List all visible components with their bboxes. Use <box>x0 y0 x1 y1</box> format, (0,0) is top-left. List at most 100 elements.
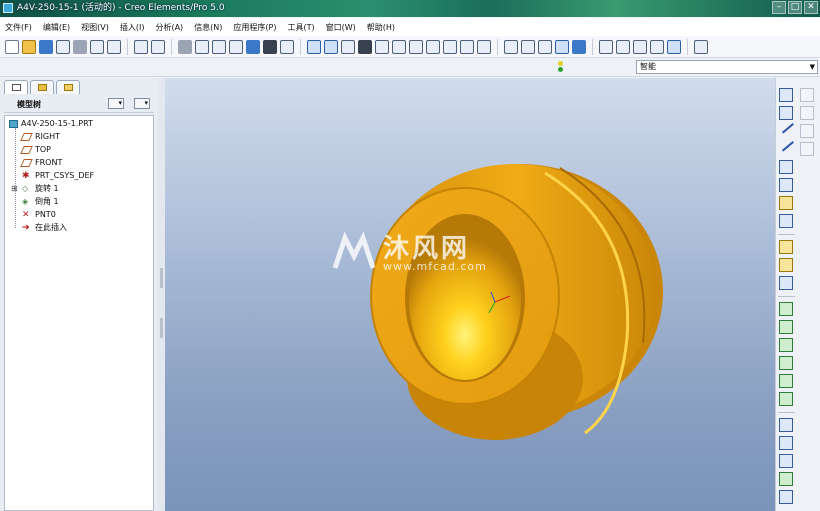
save-icon[interactable] <box>39 39 53 54</box>
tree-item-label: TOP <box>35 145 52 154</box>
redo-icon[interactable] <box>151 39 165 54</box>
chamfer-tool-icon[interactable] <box>779 392 793 406</box>
close-button[interactable]: ✕ <box>804 1 818 14</box>
trim-tool-icon[interactable] <box>779 472 793 486</box>
tree-show-icon[interactable]: ▾ <box>134 98 150 109</box>
round-tool-icon[interactable] <box>779 374 793 388</box>
refit-icon[interactable] <box>409 39 423 54</box>
view-manager-icon[interactable] <box>477 39 491 54</box>
tab-folder-browser[interactable] <box>30 80 54 94</box>
merge-tool-icon[interactable] <box>779 454 793 468</box>
wireframe-icon[interactable] <box>504 39 518 54</box>
pattern-tool-icon[interactable] <box>779 490 793 504</box>
datum-planes-display-icon[interactable] <box>599 39 613 54</box>
find-icon[interactable] <box>263 39 277 54</box>
sketch-pencil-icon[interactable] <box>779 214 793 228</box>
csys-tool-icon[interactable] <box>779 178 793 192</box>
copy-icon[interactable] <box>195 39 209 54</box>
cut-icon[interactable] <box>178 39 192 54</box>
print-icon[interactable] <box>73 39 87 54</box>
datum-point-tool-icon[interactable] <box>779 160 793 174</box>
datum-plane-tool-icon[interactable] <box>779 106 793 120</box>
title-bar: A4V-250-15-1 (活动的) - Creo Elements/Pro 5… <box>0 0 820 17</box>
orient-mode-icon[interactable] <box>341 39 355 54</box>
appearance-icon[interactable] <box>358 39 372 54</box>
toolbar-divider <box>592 38 593 55</box>
tree-item-label: 倒角 1 <box>35 197 59 206</box>
menu-tools[interactable]: 工具(T) <box>288 22 315 33</box>
no-hidden-icon[interactable] <box>538 39 552 54</box>
shell-tool-icon[interactable] <box>779 320 793 334</box>
annotation-display-icon[interactable] <box>667 39 681 54</box>
menu-view[interactable]: 视图(V) <box>81 22 109 33</box>
undo-icon[interactable] <box>134 39 148 54</box>
datum-axes-display-icon[interactable] <box>616 39 630 54</box>
paste-special-icon[interactable] <box>229 39 243 54</box>
model-tree: A4V-250-15-1.PRT RIGHT TOP FRONT ✱ PRT_C… <box>4 115 154 511</box>
datum-points-display-icon[interactable] <box>633 39 647 54</box>
zoom-in-icon[interactable] <box>375 39 389 54</box>
open-folder-icon[interactable] <box>22 39 36 54</box>
menu-file[interactable]: 文件(F) <box>5 22 32 33</box>
copy-feature-icon[interactable] <box>779 418 793 432</box>
menu-help[interactable]: 帮助(H) <box>367 22 395 33</box>
repaint-icon[interactable] <box>307 39 321 54</box>
watermark-url: www.mfcad.com <box>383 260 487 273</box>
menu-info[interactable]: 信息(N) <box>194 22 222 33</box>
part-icon <box>9 120 18 128</box>
tab-favorites[interactable] <box>56 80 80 94</box>
disabled-tool-icon <box>800 142 814 156</box>
part-model[interactable] <box>165 78 775 511</box>
feature-toolbar <box>775 78 820 511</box>
tree-item-label: PRT_CSYS_DEF <box>35 171 95 180</box>
minimize-button[interactable]: – <box>772 1 786 14</box>
select-box-icon[interactable] <box>280 39 294 54</box>
splitter-grip[interactable] <box>160 268 163 288</box>
shading-icon[interactable] <box>555 39 569 54</box>
tree-settings-icon[interactable]: ▾ <box>108 98 124 109</box>
extrude-tool-icon[interactable] <box>779 240 793 254</box>
menu-edit[interactable]: 编辑(E) <box>43 22 70 33</box>
analysis-tool-icon[interactable] <box>779 196 793 210</box>
menu-insert[interactable]: 插入(I) <box>120 22 145 33</box>
sweep-tool-icon[interactable] <box>779 276 793 290</box>
new-file-icon[interactable] <box>5 39 19 54</box>
draft-tool-icon[interactable] <box>779 356 793 370</box>
paste-icon[interactable] <box>212 39 226 54</box>
toolbar-divider <box>778 234 795 235</box>
tree-item-label: FRONT <box>35 158 63 167</box>
sketch-tool-icon[interactable] <box>779 88 793 102</box>
hole-tool-icon[interactable] <box>779 302 793 316</box>
main-toolbar <box>0 36 820 58</box>
datum-axis-tool-icon[interactable] <box>778 118 794 134</box>
tab-model-tree[interactable] <box>4 80 28 94</box>
menu-applications[interactable]: 应用程序(P) <box>233 22 276 33</box>
rib-tool-icon[interactable] <box>779 338 793 352</box>
maximize-button[interactable]: □ <box>788 1 802 14</box>
hidden-line-icon[interactable] <box>521 39 535 54</box>
graphics-viewport[interactable]: 沐风网 www.mfcad.com <box>165 78 775 511</box>
enhanced-realism-icon[interactable] <box>572 39 586 54</box>
mirror-tool-icon[interactable] <box>779 436 793 450</box>
tree-root-label: A4V-250-15-1.PRT <box>21 119 93 128</box>
splitter-grip[interactable] <box>160 318 163 338</box>
tree-item-label: RIGHT <box>35 132 61 141</box>
save-copy-icon[interactable] <box>56 39 70 54</box>
saved-views-icon[interactable] <box>443 39 457 54</box>
selection-filter-select[interactable]: 智能 ▼ <box>636 60 818 74</box>
zoom-out-icon[interactable] <box>392 39 406 54</box>
datum-curve-tool-icon[interactable] <box>778 136 794 152</box>
csys-display-icon[interactable] <box>650 39 664 54</box>
menu-analysis[interactable]: 分析(A) <box>155 22 183 33</box>
reorient-icon[interactable] <box>426 39 440 54</box>
layers-icon[interactable] <box>460 39 474 54</box>
context-help-icon[interactable] <box>694 39 708 54</box>
email-link-icon[interactable] <box>107 39 121 54</box>
regenerate-icon[interactable] <box>246 39 260 54</box>
email-icon[interactable] <box>90 39 104 54</box>
spin-center-icon[interactable] <box>324 39 338 54</box>
revolve-tool-icon[interactable] <box>779 258 793 272</box>
menu-window[interactable]: 窗口(W) <box>326 22 356 33</box>
panel-splitter[interactable] <box>158 78 165 511</box>
insert-here-icon: ➔ <box>22 223 30 233</box>
